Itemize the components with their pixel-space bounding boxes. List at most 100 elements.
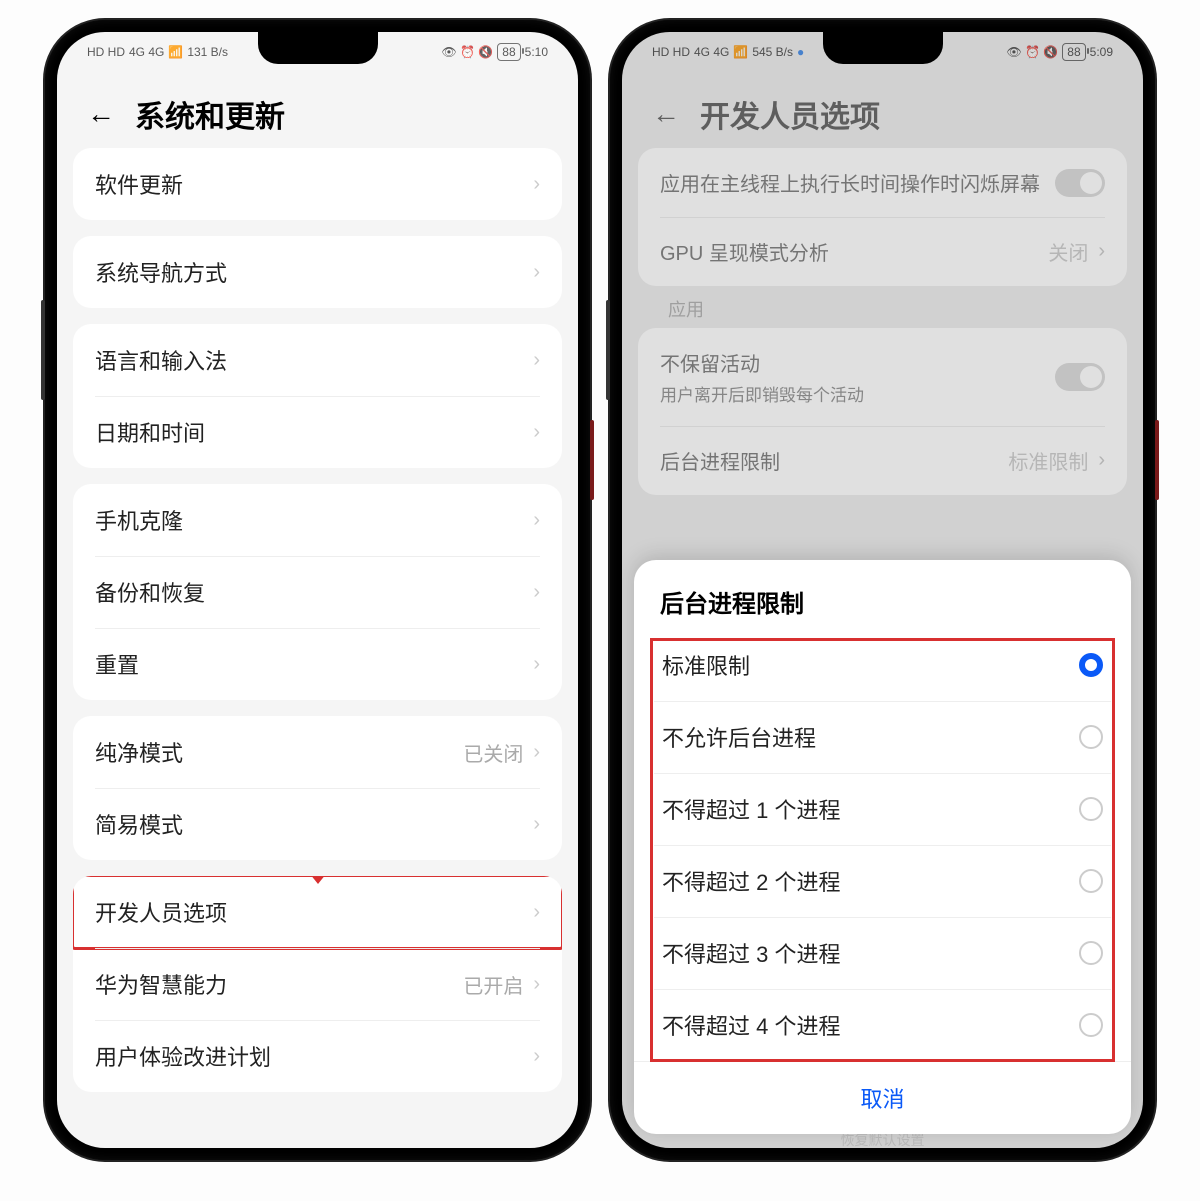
notch	[258, 32, 378, 64]
radio-icon	[1079, 653, 1103, 677]
chevron-right-icon: ›	[1098, 449, 1105, 472]
chevron-right-icon: ›	[533, 349, 540, 372]
radio-option[interactable]: 不允许后台进程	[644, 701, 1121, 773]
chevron-right-icon: ›	[533, 581, 540, 604]
volume-button	[606, 300, 610, 400]
settings-row[interactable]: 纯净模式 已关闭 ›	[73, 716, 562, 788]
settings-row[interactable]: 系统导航方式 ›	[73, 236, 562, 308]
power-button	[1155, 420, 1159, 500]
toggle-switch[interactable]	[1055, 169, 1105, 197]
option-label: 不得超过 4 个进程	[662, 1009, 840, 1041]
row-label: 简易模式	[95, 808, 183, 840]
settings-row[interactable]: 重置 ›	[73, 628, 562, 700]
settings-row[interactable]: 用户体验改进计划 ›	[73, 1020, 562, 1092]
chevron-right-icon: ›	[533, 901, 540, 924]
row-label: 开发人员选项	[95, 896, 227, 928]
notch	[823, 32, 943, 64]
row-label: 语言和输入法	[95, 344, 227, 376]
card-apps: 不保留活动用户离开后即销毁每个活动后台进程限制标准限制›	[638, 328, 1127, 495]
settings-card: 手机克隆› 备份和恢复 › 重置 ›	[73, 484, 562, 700]
chevron-right-icon: ›	[533, 261, 540, 284]
row-label: 不保留活动	[660, 348, 864, 377]
chevron-right-icon: ›	[533, 813, 540, 836]
row-label: 华为智慧能力	[95, 968, 227, 1000]
radio-icon	[1079, 869, 1103, 893]
settings-row[interactable]: 手机克隆›	[73, 484, 562, 556]
row-label: 用户体验改进计划	[95, 1040, 271, 1072]
clock: 5:09	[1090, 45, 1113, 59]
sim-icon: HD HD	[652, 45, 690, 59]
back-icon[interactable]: ←	[652, 98, 680, 130]
chevron-right-icon: ›	[533, 421, 540, 444]
network-icon: 4G 4G	[694, 45, 729, 59]
header: ← 系统和更新	[57, 72, 578, 148]
radio-icon	[1079, 725, 1103, 749]
settings-row[interactable]: 日期和时间›	[73, 396, 562, 468]
chevron-right-icon: ›	[533, 741, 540, 764]
data-rate: 545 B/s	[752, 45, 793, 59]
row-value: 已关闭	[463, 738, 523, 767]
annotation-arrow-icon	[283, 876, 353, 889]
chevron-right-icon: ›	[533, 509, 540, 532]
toggle-switch[interactable]	[1055, 363, 1105, 391]
back-icon[interactable]: ←	[87, 98, 115, 130]
volume-button	[41, 300, 45, 400]
settings-row[interactable]: 开发人员选项 ›	[73, 876, 562, 948]
settings-card: 软件更新 ›	[73, 148, 562, 220]
row-label: 纯净模式	[95, 736, 183, 768]
bg-process-limit-sheet: 后台进程限制 标准限制不允许后台进程不得超过 1 个进程不得超过 2 个进程不得…	[634, 560, 1131, 1134]
radio-option[interactable]: 标准限制	[644, 629, 1121, 701]
row-sublabel: 用户离开后即销毁每个活动	[660, 381, 864, 406]
settings-card: 语言和输入法›日期和时间›	[73, 324, 562, 468]
battery-icon: 88	[497, 43, 520, 61]
chevron-right-icon: ›	[533, 1045, 540, 1068]
sheet-title: 后台进程限制	[634, 560, 1131, 629]
row-label: 应用在主线程上执行长时间操作时闪烁屏幕	[660, 168, 1040, 197]
chevron-right-icon: ›	[533, 173, 540, 196]
radio-option[interactable]: 不得超过 1 个进程	[644, 773, 1121, 845]
status-icons: 👁 ⏰ 🔇	[1006, 45, 1058, 59]
settings-row[interactable]: 备份和恢复 ›	[73, 556, 562, 628]
settings-row[interactable]: 软件更新 ›	[73, 148, 562, 220]
sim-icon: HD HD	[87, 45, 125, 59]
row-label: 重置	[95, 648, 139, 680]
radio-icon	[1079, 941, 1103, 965]
section-apps-title: 应用	[638, 286, 1127, 328]
sheet-options: 标准限制不允许后台进程不得超过 1 个进程不得超过 2 个进程不得超过 3 个进…	[634, 629, 1131, 1061]
option-label: 不得超过 3 个进程	[662, 937, 840, 969]
row-label: 备份和恢复	[95, 576, 205, 608]
screen-left: HD HD 4G 4G 📶 131 B/s 👁 ⏰ 🔇 88 5:10 ← 系统…	[57, 32, 578, 1148]
screen-right: HD HD 4G 4G 📶 545 B/s ● 👁 ⏰ 🔇 88 5:09 ← …	[622, 32, 1143, 1148]
data-rate: 131 B/s	[187, 45, 228, 59]
wifi-icon: 📶	[733, 45, 748, 59]
phone-frame-left: HD HD 4G 4G 📶 131 B/s 👁 ⏰ 🔇 88 5:10 ← 系统…	[45, 20, 590, 1160]
network-icon: 4G 4G	[129, 45, 164, 59]
settings-row[interactable]: 应用在主线程上执行长时间操作时闪烁屏幕	[638, 148, 1127, 217]
dev-options-list: 应用在主线程上执行长时间操作时闪烁屏幕 GPU 呈现模式分析 关闭 › 应用 不保留活…	[622, 148, 1143, 495]
header: ← 开发人员选项	[622, 72, 1143, 148]
settings-card: 系统导航方式 ›	[73, 236, 562, 308]
option-label: 不得超过 2 个进程	[662, 865, 840, 897]
radio-option[interactable]: 不得超过 3 个进程	[644, 917, 1121, 989]
radio-option[interactable]: 不得超过 4 个进程	[644, 989, 1121, 1061]
option-label: 标准限制	[662, 649, 750, 681]
settings-row[interactable]: 华为智慧能力已开启›	[73, 948, 562, 1020]
chevron-right-icon: ›	[533, 653, 540, 676]
power-button	[590, 420, 594, 500]
bluetooth-icon: ●	[797, 45, 804, 59]
row-label: 软件更新	[95, 168, 183, 200]
settings-row[interactable]: GPU 呈现模式分析关闭›	[638, 217, 1127, 286]
battery-icon: 88	[1062, 43, 1085, 61]
cancel-button[interactable]: 取消	[634, 1061, 1131, 1134]
row-value: 关闭	[1048, 237, 1088, 266]
settings-row[interactable]: 简易模式 ›	[73, 788, 562, 860]
row-label: 系统导航方式	[95, 256, 227, 288]
settings-card: 纯净模式 已关闭 › 简易模式 ›	[73, 716, 562, 860]
settings-row[interactable]: 语言和输入法 ›	[73, 324, 562, 396]
settings-row[interactable]: 不保留活动用户离开后即销毁每个活动	[638, 328, 1127, 426]
settings-row[interactable]: 后台进程限制标准限制›	[638, 426, 1127, 495]
option-label: 不允许后台进程	[662, 721, 816, 753]
row-value: 已开启	[463, 970, 523, 999]
row-label: GPU 呈现模式分析	[660, 237, 829, 266]
radio-option[interactable]: 不得超过 2 个进程	[644, 845, 1121, 917]
